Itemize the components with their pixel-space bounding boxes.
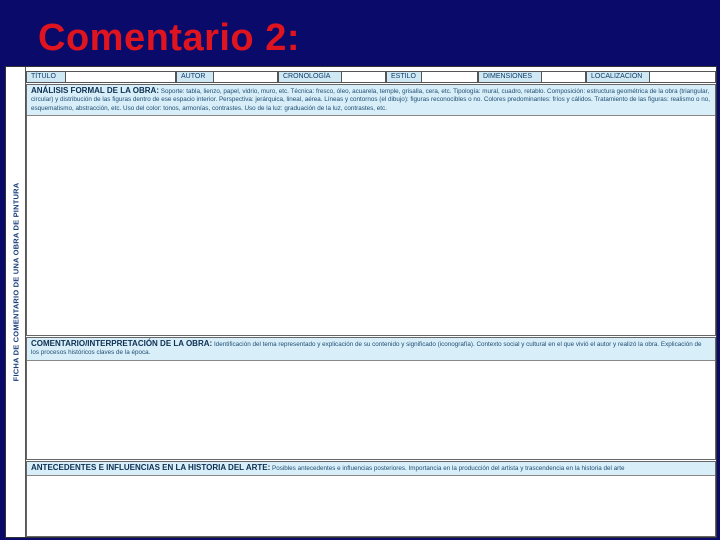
section-formal-analysis-writing-area[interactable] xyxy=(27,116,715,332)
section-antecedents-heading: ANTECEDENTES E INFLUENCIAS EN LA HISTORI… xyxy=(31,463,271,472)
side-label-column: FICHA DE COMENTARIO DE UNA OBRA DE PINTU… xyxy=(6,67,26,537)
header-field-titulo[interactable] xyxy=(66,71,176,83)
header-label-estilo: ESTILO xyxy=(386,71,422,83)
header-field-autor[interactable] xyxy=(214,71,278,83)
header-label-cronologia: CRONOLOGÍA xyxy=(278,71,342,83)
section-interpretation-heading: COMENTARIO/INTERPRETACIÓN DE LA OBRA: xyxy=(31,339,213,348)
header-label-autor: AUTOR xyxy=(176,71,214,83)
section-antecedents: ANTECEDENTES E INFLUENCIAS EN LA HISTORI… xyxy=(26,461,716,537)
side-label: FICHA DE COMENTARIO DE UNA OBRA DE PINTU… xyxy=(11,182,21,382)
header-label-titulo: TÍTULO xyxy=(26,71,66,83)
section-antecedents-header: ANTECEDENTES E INFLUENCIAS EN LA HISTORI… xyxy=(27,462,715,477)
section-antecedents-writing-area[interactable] xyxy=(27,476,715,537)
header-row: TÍTULO AUTOR CRONOLOGÍA ESTILO DIMENSION… xyxy=(26,71,716,83)
slide-title: Comentario 2: xyxy=(38,17,300,59)
section-antecedents-text: Posibles antecedentes e influencias post… xyxy=(272,465,625,472)
header-label-dimensiones: DIMENSIONES xyxy=(478,71,542,83)
section-formal-analysis: ANÁLISIS FORMAL DE LA OBRA: Soporte: tab… xyxy=(26,84,716,336)
section-interpretation: COMENTARIO/INTERPRETACIÓN DE LA OBRA: Id… xyxy=(26,337,716,460)
section-formal-analysis-heading: ANÁLISIS FORMAL DE LA OBRA: xyxy=(31,86,159,95)
section-interpretation-writing-area[interactable] xyxy=(27,360,715,456)
header-field-dimensiones[interactable] xyxy=(542,71,586,83)
header-field-estilo[interactable] xyxy=(422,71,478,83)
header-label-localizacion: LOCALIZACIÓN xyxy=(586,71,650,83)
header-field-localizacion[interactable] xyxy=(650,71,716,83)
comment-sheet: FICHA DE COMENTARIO DE UNA OBRA DE PINTU… xyxy=(5,66,717,538)
section-formal-analysis-header: ANÁLISIS FORMAL DE LA OBRA: Soporte: tab… xyxy=(27,85,715,117)
section-interpretation-header: COMENTARIO/INTERPRETACIÓN DE LA OBRA: Id… xyxy=(27,338,715,361)
header-field-cronologia[interactable] xyxy=(342,71,386,83)
